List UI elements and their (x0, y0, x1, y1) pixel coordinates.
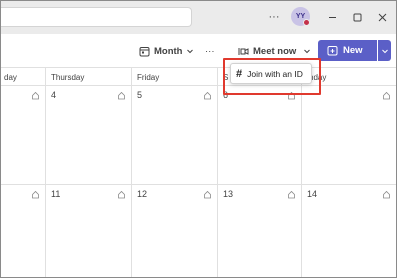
chevron-down-icon (186, 49, 193, 54)
home-icon (383, 190, 390, 199)
calendar-day-cell[interactable]: 13 (217, 185, 301, 277)
minimize-icon (328, 16, 336, 18)
more-icon: ··· (268, 11, 280, 23)
view-label: Month (154, 45, 183, 57)
maximize-button[interactable] (348, 8, 366, 26)
new-event-icon (327, 46, 338, 56)
calendar-icon (139, 46, 150, 56)
close-button[interactable] (373, 8, 391, 26)
maximize-icon (353, 13, 361, 21)
day-header: day (1, 68, 45, 86)
month-grid: day Thursday Friday S nday 4 5 6 11 12 1… (1, 68, 396, 277)
status-badge (303, 19, 310, 26)
minimize-button[interactable] (323, 8, 341, 26)
toolbar-more-button[interactable]: ··· (205, 42, 215, 60)
home-icon (288, 190, 295, 199)
calendar-toolbar: Month ··· Meet now New (1, 34, 396, 68)
highlight-box (223, 58, 321, 95)
app-window: ··· YY Month ··· Meet now New day Thursd… (0, 0, 397, 278)
date-number: 14 (307, 189, 318, 199)
calendar-day-cell[interactable] (1, 185, 45, 277)
search-input[interactable] (1, 7, 192, 27)
meet-now-label: Meet now (253, 45, 297, 57)
day-header: Friday (131, 68, 217, 86)
date-number: 13 (223, 189, 234, 199)
title-bar: ··· YY (1, 1, 396, 34)
more-options-button[interactable]: ··· (265, 8, 283, 26)
calendar-day-cell[interactable] (301, 86, 396, 185)
chevron-down-icon (304, 49, 310, 54)
date-number: 11 (51, 189, 61, 199)
calendar-day-cell[interactable]: 5 (131, 86, 217, 185)
new-event-button[interactable]: New (318, 40, 377, 61)
calendar-day-cell[interactable]: 6 (217, 86, 301, 185)
home-icon (32, 91, 39, 100)
home-icon (204, 91, 211, 100)
new-event-dropdown[interactable] (378, 40, 391, 61)
home-icon (383, 91, 390, 100)
date-number: 4 (51, 90, 57, 100)
home-icon (32, 190, 39, 199)
home-icon (118, 190, 125, 199)
calendar-day-cell[interactable]: 12 (131, 185, 217, 277)
calendar-day-cell[interactable]: 4 (45, 86, 131, 185)
close-icon (378, 13, 386, 21)
date-number: 12 (137, 189, 148, 199)
view-switcher[interactable]: Month (139, 42, 194, 60)
home-icon (118, 91, 125, 100)
new-label: New (343, 45, 363, 56)
home-icon (204, 190, 211, 199)
more-icon: ··· (205, 45, 215, 57)
calendar-day-cell[interactable] (1, 86, 45, 185)
calendar-day-cell[interactable]: 11 (45, 185, 131, 277)
date-number: 5 (137, 90, 143, 100)
calendar-day-cell[interactable]: 14 (301, 185, 396, 277)
meet-now-icon (238, 47, 249, 55)
day-header: Thursday (45, 68, 131, 86)
chevron-down-icon (381, 49, 388, 53)
